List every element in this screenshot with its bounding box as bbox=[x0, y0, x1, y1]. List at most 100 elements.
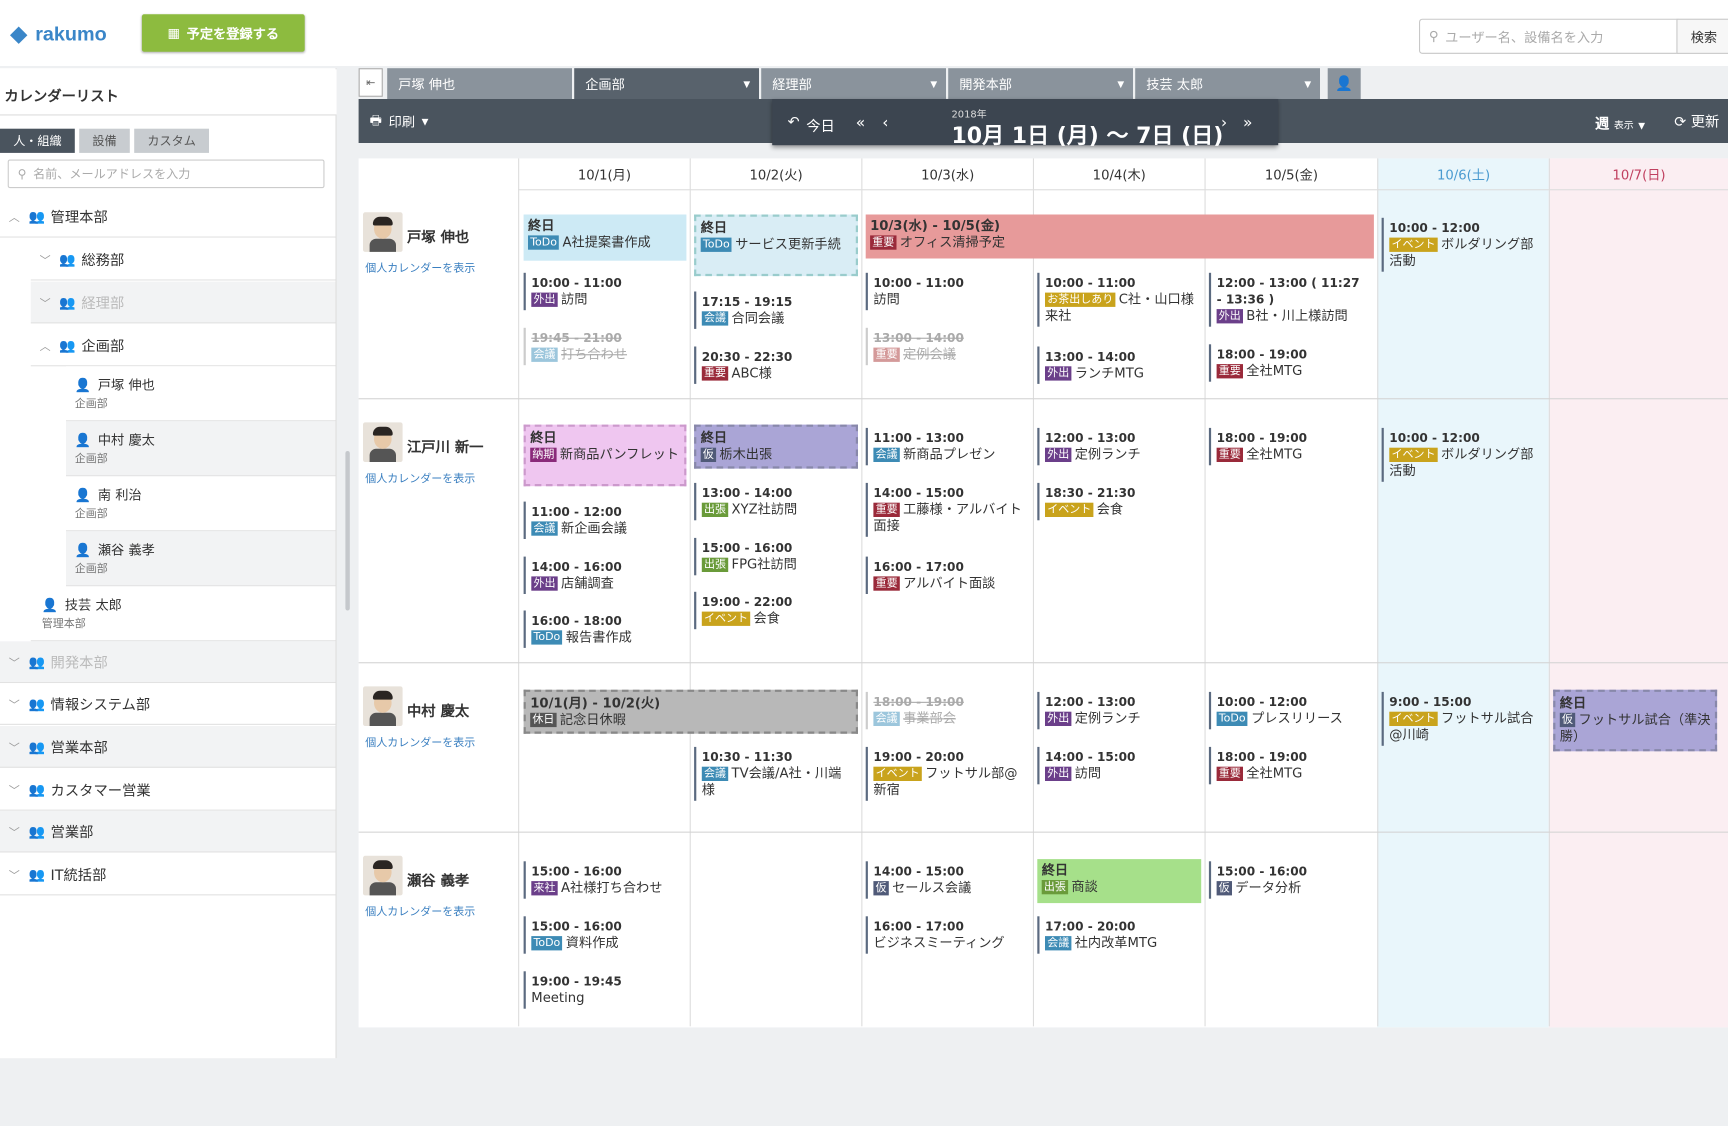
user-tab-keiri[interactable]: 経理部 ▼ bbox=[761, 68, 946, 99]
event[interactable]: 19:00 - 20:00 イベント フットサル部@新宿 bbox=[865, 746, 1029, 801]
event[interactable]: 19:45 - 21:00 会議 打ち合わせ bbox=[523, 327, 687, 366]
event[interactable]: 15:00 - 16:00 仮データ分析 bbox=[1208, 861, 1372, 899]
tree-node-eigyo-honbu[interactable]: ﹀ 👥 営業本部 bbox=[0, 726, 336, 768]
event[interactable]: 14:00 - 15:00 重要 工藤様・アルバイト面接 bbox=[865, 482, 1029, 537]
event[interactable]: 10:30 - 11:30 会議 TV会議/A社・川端様 bbox=[694, 746, 857, 801]
event[interactable]: 13:00 - 14:00 外出 ランチMTG bbox=[1037, 346, 1200, 384]
event[interactable]: 14:00 - 15:00 仮セールス会議 bbox=[865, 861, 1029, 899]
event[interactable]: 10/3(水) - 10/5(金) 重要 オフィス清掃予定 bbox=[865, 214, 1374, 259]
event[interactable]: 終日 納期 新商品パンフレット bbox=[523, 424, 687, 487]
event[interactable]: 12:00 - 13:00 外出 定例ランチ bbox=[1037, 427, 1200, 466]
event[interactable]: 15:00 - 16:00 来社 A社様打ち合わせ bbox=[523, 861, 687, 899]
tab-people-org[interactable]: 人・組織 bbox=[0, 128, 75, 153]
event[interactable]: 終日仮栃木出張 bbox=[694, 424, 858, 469]
tree-person-nakamura[interactable]: 👤 中村 慶太 企画部 bbox=[66, 421, 336, 477]
event[interactable]: 10:00 - 12:00 ToDo プレスリリース bbox=[1208, 691, 1372, 730]
tree-node-it[interactable]: ﹀ 👥 IT統括部 bbox=[0, 853, 336, 896]
event[interactable]: 14:00 - 16:00 外出 店舗調査 bbox=[523, 556, 687, 594]
tree-node-keiri[interactable]: ﹀ 👥 経理部 bbox=[30, 281, 336, 324]
event[interactable]: 15:00 - 16:00 ToDo 資料作成 bbox=[523, 916, 687, 954]
sidebar-search-input[interactable]: ⚲ 名前、メールアドレスを入力 bbox=[7, 159, 325, 189]
day-header[interactable]: 10/1(月) bbox=[518, 158, 690, 191]
tab-facility[interactable]: 設備 bbox=[79, 128, 130, 153]
event[interactable]: 20:30 - 22:30 重要 ABC様 bbox=[694, 346, 857, 384]
event[interactable]: 18:00 - 19:00 重要 全社MTG bbox=[1208, 746, 1372, 785]
event[interactable]: 9:00 - 15:00 イベント フットサル試合@川崎 bbox=[1381, 691, 1545, 746]
user-tab-totsuka[interactable]: 戸塚 伸也 bbox=[387, 68, 572, 99]
tree-person-minami[interactable]: 👤 南 利治 企画部 bbox=[66, 476, 336, 532]
tree-person-seya[interactable]: 👤 瀬谷 義孝 企画部 bbox=[66, 531, 336, 587]
personal-calendar-link[interactable]: 個人カレンダーを表示 bbox=[365, 259, 475, 275]
event[interactable]: 14:00 - 15:00 外出 訪問 bbox=[1037, 746, 1200, 785]
event[interactable]: 11:00 - 12:00 会議 新企画会議 bbox=[523, 501, 687, 539]
group-icon: 👥 bbox=[28, 866, 46, 882]
event[interactable]: 終日 ToDo サービス更新手続 bbox=[694, 214, 858, 277]
event[interactable]: 18:00 - 19:00 重要 全社MTG bbox=[1208, 344, 1372, 382]
sidebar-scrollbar[interactable] bbox=[345, 451, 350, 611]
event[interactable]: 12:00 - 13:00 ( 11:27 - 13:36 ) 外出 B社・川上様訪… bbox=[1208, 272, 1372, 327]
event[interactable]: 17:15 - 19:15 会議 合同会議 bbox=[694, 291, 857, 329]
tree-person-totsuka[interactable]: 👤 戸塚 伸也 企画部 bbox=[66, 366, 336, 422]
tree-node-kaihatsu[interactable]: ﹀ 👥 開発本部 bbox=[0, 641, 336, 684]
event[interactable]: 16:00 - 17:00 ビジネスミーティング bbox=[865, 916, 1029, 954]
day-header[interactable]: 10/6(土) bbox=[1377, 158, 1549, 191]
event[interactable]: 19:00 - 22:00 イベント 会食 bbox=[694, 591, 857, 630]
event[interactable]: 12:00 - 13:00 外出 定例ランチ bbox=[1037, 691, 1200, 730]
next-week-icon[interactable]: » bbox=[1243, 114, 1252, 132]
prev-day-icon[interactable]: ‹ bbox=[882, 114, 888, 132]
day-header[interactable]: 10/2(火) bbox=[689, 158, 862, 191]
add-user-icon[interactable]: 👤 bbox=[1327, 68, 1361, 99]
event[interactable]: 17:00 - 20:00 会議 社内改革MTG bbox=[1037, 916, 1200, 954]
day-header[interactable]: 10/4(木) bbox=[1032, 158, 1205, 191]
event[interactable]: 15:00 - 16:00 出張 FPG社訪問 bbox=[694, 537, 857, 576]
personal-calendar-link[interactable]: 個人カレンダーを表示 bbox=[365, 733, 475, 749]
day-header[interactable]: 10/3(水) bbox=[861, 158, 1033, 191]
collapse-sidebar-button[interactable]: ⇤ bbox=[358, 68, 383, 97]
event[interactable]: 10/1(月) - 10/2(火) 休日 記念日休暇 bbox=[523, 689, 858, 734]
event[interactable]: 13:00 - 14:00 重要 定例会議 bbox=[865, 327, 1029, 366]
tree-node-customer[interactable]: ﹀ 👥 カスタマー営業 bbox=[0, 768, 336, 811]
chevron-down-icon: ﹀ bbox=[8, 870, 20, 883]
event[interactable]: 10:00 - 11:00 外出 訪問 bbox=[523, 272, 687, 311]
event[interactable]: 10:00 - 11:00 訪問 bbox=[865, 272, 1029, 311]
tree-person-gigei[interactable]: 👤 技芸 太郎 管理本部 bbox=[30, 586, 336, 642]
tree-node-kanri[interactable]: ︿ 👥 管理本部 bbox=[0, 195, 336, 238]
event[interactable]: 18:00 - 19:00 会議 事業部会 bbox=[865, 691, 1029, 730]
day-header[interactable]: 10/7(日) bbox=[1548, 158, 1728, 191]
next-day-icon[interactable]: › bbox=[1221, 114, 1227, 132]
prev-week-icon[interactable]: « bbox=[856, 114, 865, 132]
user-tab-kaihatsu[interactable]: 開発本部 ▼ bbox=[948, 68, 1133, 99]
print-button[interactable]: 🖶 印刷 ▼ bbox=[370, 110, 429, 133]
register-event-button[interactable]: ▦ 予定を登録する bbox=[141, 14, 305, 52]
user-search-input[interactable]: ⚲ ユーザー名、設備名を入力 bbox=[1419, 18, 1679, 54]
today-button[interactable]: ↶ 今日 bbox=[788, 114, 835, 135]
event[interactable]: 終日仮フットサル試合（準決勝） bbox=[1553, 689, 1718, 752]
tree-node-joho[interactable]: ﹀ 👥 情報システム部 bbox=[0, 683, 336, 725]
event[interactable]: 10:00 - 12:00 イベント ボルダリング部活動 bbox=[1381, 427, 1545, 482]
event[interactable]: 10:00 - 11:00 お茶出しあり C社・山口様来社 bbox=[1037, 272, 1200, 327]
event[interactable]: 18:00 - 19:00 重要 全社MTG bbox=[1208, 427, 1372, 466]
rakumo-logo[interactable]: rakumo bbox=[9, 23, 107, 46]
tree-node-soumu[interactable]: ﹀ 👥 総務部 bbox=[30, 238, 336, 281]
sidebar-tabs: 人・組織 設備 カスタム bbox=[0, 128, 209, 153]
event[interactable]: 16:00 - 18:00 ToDo 報告書作成 bbox=[523, 610, 687, 648]
event[interactable]: 19:00 - 19:45 Meeting bbox=[523, 971, 687, 1009]
tree-node-eigyo[interactable]: ﹀ 👥 営業部 bbox=[0, 810, 336, 853]
event[interactable]: 10:00 - 12:00 イベント ボルダリング部活動 bbox=[1381, 217, 1545, 272]
tab-custom[interactable]: カスタム bbox=[134, 128, 209, 153]
view-select[interactable]: 週 表示 ▼ bbox=[1595, 112, 1645, 134]
user-tab-kikaku[interactable]: 企画部 ▼ bbox=[574, 68, 759, 99]
event[interactable]: 13:00 - 14:00 出張 XYZ社訪問 bbox=[694, 482, 857, 521]
event[interactable]: 終日 ToDo A社提案書作成 bbox=[523, 214, 687, 261]
day-header[interactable]: 10/5(金) bbox=[1204, 158, 1378, 191]
personal-calendar-link[interactable]: 個人カレンダーを表示 bbox=[365, 469, 475, 485]
event[interactable]: 18:30 - 21:30 イベント 会食 bbox=[1037, 482, 1200, 521]
refresh-button[interactable]: ⟳ 更新 bbox=[1674, 110, 1719, 131]
personal-calendar-link[interactable]: 個人カレンダーを表示 bbox=[365, 902, 475, 918]
event[interactable]: 16:00 - 17:00 重要 アルバイト面談 bbox=[865, 556, 1029, 594]
event[interactable]: 終日 出張 商談 bbox=[1037, 859, 1202, 904]
search-button[interactable]: 検索 bbox=[1676, 18, 1728, 54]
tree-node-kikaku[interactable]: ︿ 👥 企画部 bbox=[30, 324, 336, 367]
user-tab-gigei[interactable]: 技芸 太郎 ▼ bbox=[1135, 68, 1320, 99]
event[interactable]: 11:00 - 13:00 会議 新商品プレゼン bbox=[865, 427, 1029, 466]
